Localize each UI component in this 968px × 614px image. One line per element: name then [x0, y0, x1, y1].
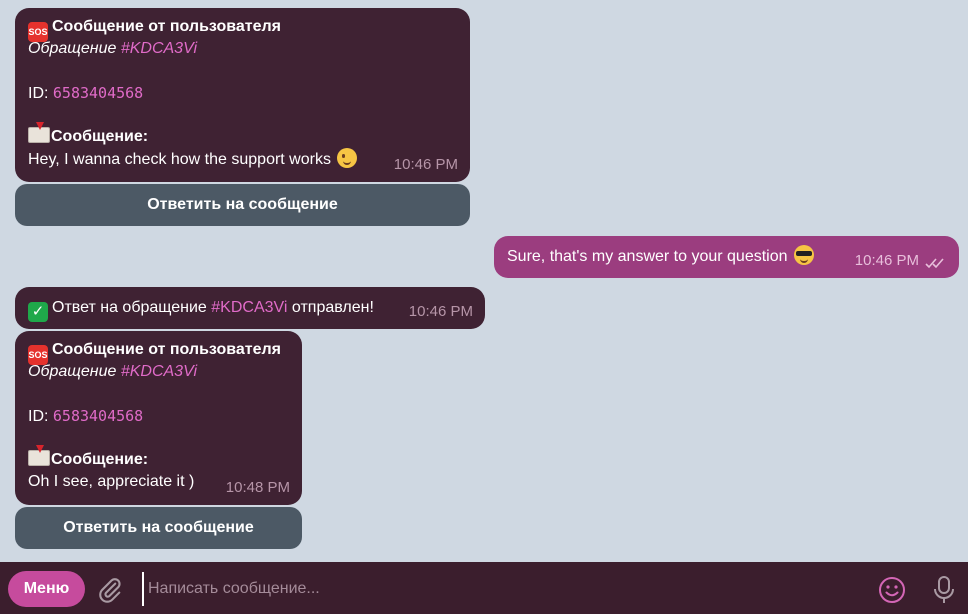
confirmation-suffix: отправлен!: [287, 299, 374, 316]
ticket-label: Обращение: [28, 363, 121, 380]
incoming-envelope-icon: [28, 122, 50, 143]
message-label: Сообщение:: [51, 128, 149, 145]
message-composer: Меню: [0, 562, 968, 614]
double-check-icon: [925, 258, 944, 269]
sos-icon: SOS: [28, 22, 48, 42]
microphone-icon[interactable]: [930, 574, 958, 606]
message-text: Oh I see, appreciate it ): [28, 473, 195, 490]
ticket-hashtag[interactable]: #KDCA3Vi: [121, 363, 197, 380]
user-id-value[interactable]: 6583404568: [53, 84, 143, 102]
message-time: 10:48 PM: [225, 479, 290, 496]
user-id-value[interactable]: 6583404568: [53, 407, 143, 425]
smiley-icon[interactable]: [877, 575, 907, 605]
sunglasses-face-icon: [793, 245, 814, 265]
ticket-label: Обращение: [28, 40, 121, 57]
message-text: Hey, I wanna check how the support works: [28, 151, 331, 168]
paperclip-icon[interactable]: [96, 576, 124, 604]
message-time: 10:46 PM: [393, 156, 458, 173]
incoming-envelope-icon: [28, 445, 50, 466]
confirmation-prefix: Ответ на обращение: [52, 299, 212, 316]
ticket-hashtag[interactable]: #KDCA3Vi: [121, 40, 197, 57]
chat-history[interactable]: SOS Сообщение от пользователя Обращение #…: [0, 0, 968, 562]
message-title: Сообщение от пользователя: [52, 18, 282, 35]
menu-button[interactable]: Меню: [8, 571, 85, 607]
incoming-message: SOS Сообщение от пользователя Обращение #…: [15, 331, 302, 505]
id-label: ID:: [28, 408, 53, 425]
message-time: 10:46 PM: [854, 252, 919, 269]
message-label: Сообщение:: [51, 451, 149, 468]
check-mark-icon: ✓: [28, 302, 48, 322]
winking-face-icon: [337, 148, 358, 168]
sos-icon: SOS: [28, 345, 48, 365]
message-title: Сообщение от пользователя: [52, 341, 282, 358]
ticket-hashtag[interactable]: #KDCA3Vi: [211, 299, 287, 316]
outgoing-message: Sure, that's my answer to your question …: [494, 236, 959, 278]
message-time: 10:46 PM: [408, 303, 473, 320]
confirmation-message: ✓ Ответ на обращение #KDCA3Vi отправлен! …: [15, 287, 485, 329]
incoming-message: SOS Сообщение от пользователя Обращение #…: [15, 8, 470, 182]
id-label: ID:: [28, 85, 53, 102]
message-input[interactable]: [142, 572, 842, 606]
outgoing-text: Sure, that's my answer to your question: [507, 248, 788, 265]
reply-button[interactable]: Ответить на сообщение: [15, 507, 302, 549]
reply-button[interactable]: Ответить на сообщение: [15, 184, 470, 226]
